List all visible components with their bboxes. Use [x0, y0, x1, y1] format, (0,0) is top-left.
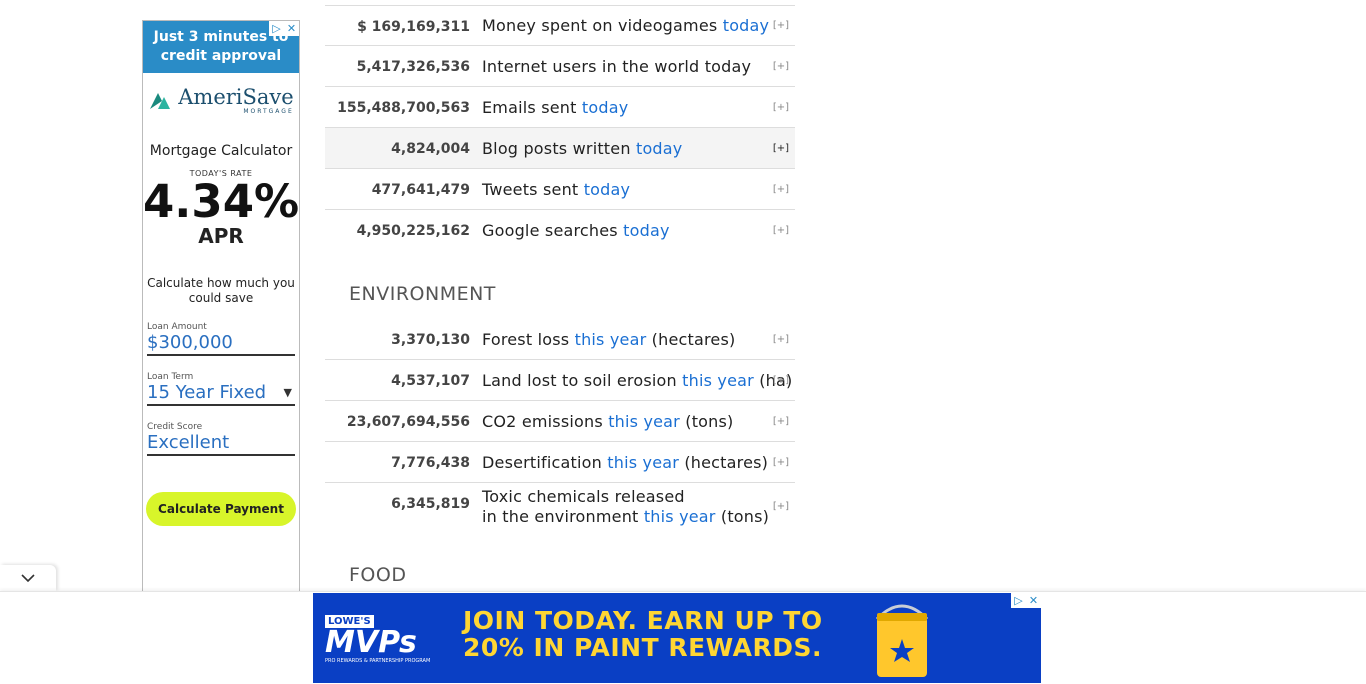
stat-label: Blog posts written today — [482, 138, 683, 158]
stat-label: Internet users in the world today — [482, 56, 752, 76]
stat-label: Emails sent today — [482, 97, 629, 117]
expand-button[interactable]: [+] — [773, 87, 789, 127]
expand-button[interactable]: [+] — [773, 483, 789, 530]
calculator-title: Mortgage Calculator — [149, 143, 293, 159]
caret-down-icon[interactable]: ▼ — [284, 386, 292, 399]
stat-row-soil-erosion: 4,537,107 Land lost to soil erosion this… — [325, 360, 795, 401]
calculate-payment-button[interactable]: Calculate Payment — [146, 492, 296, 526]
timeframe-link[interactable]: this year — [608, 412, 680, 431]
brand-name: AmeriSave — [178, 85, 294, 109]
stats-list: $ 169,169,311 Money spent on videogames … — [325, 0, 795, 600]
stat-row-forest-loss: 3,370,130 Forest loss this year (hectare… — [325, 319, 795, 360]
stat-row-emails: 155,488,700,563 Emails sent today [+] — [325, 87, 795, 128]
close-icon[interactable]: ✕ — [1026, 593, 1041, 608]
stat-row-co2-emissions: 23,607,694,556 CO2 emissions this year (… — [325, 401, 795, 442]
stat-counter: 477,641,479 — [371, 182, 470, 198]
timeframe-link[interactable]: today — [623, 221, 670, 240]
expand-button[interactable]: [+] — [773, 319, 789, 359]
amerisave-logo[interactable]: AmeriSave MORTGAGE — [143, 87, 299, 115]
stat-counter: 4,537,107 — [391, 373, 470, 389]
stat-row-desertification: 7,776,438 Desertification this year (hec… — [325, 442, 795, 483]
stat-label: Google searches today — [482, 220, 670, 240]
expand-button[interactable]: [+] — [773, 6, 789, 45]
expand-button[interactable]: [+] — [773, 360, 789, 400]
stat-counter: $ 169,169,311 — [357, 18, 470, 35]
ad-choices[interactable]: ▷ ✕ — [1011, 593, 1041, 608]
loan-term-select[interactable]: Loan Term 15 Year Fixed ▼ — [147, 372, 295, 406]
stat-counter: 3,370,130 — [391, 332, 470, 348]
stat-row-toxic-chemicals: 6,345,819 Toxic chemicals released in th… — [325, 483, 795, 530]
bottom-banner-ad[interactable]: LOWE'S MVPs PRO REWARDS & PARTNERSHIP PR… — [313, 593, 1041, 683]
timeframe-link[interactable]: today — [636, 139, 683, 158]
loan-amount-field[interactable]: Loan Amount $300,000 — [147, 322, 295, 356]
timeframe-link[interactable]: today — [723, 16, 770, 35]
amerisave-mark-icon — [150, 93, 171, 109]
section-title-food: FOOD — [349, 564, 407, 586]
timeframe-link[interactable]: this year — [644, 507, 716, 526]
paint-can-icon — [875, 604, 929, 677]
adchoices-icon[interactable]: ▷ — [269, 21, 284, 36]
stat-label: Toxic chemicals released in the environm… — [482, 486, 770, 526]
stat-counter: 7,776,438 — [391, 455, 470, 471]
stat-label: Land lost to soil erosion this year (ha) — [482, 370, 793, 390]
stat-counter: 23,607,694,556 — [346, 414, 470, 430]
lowes-mvps-logo: LOWE'S MVPs PRO REWARDS & PARTNERSHIP PR… — [325, 615, 431, 664]
adchoices-icon[interactable]: ▷ — [1011, 593, 1026, 608]
brand-subtitle: MORTGAGE — [243, 108, 294, 115]
stat-label: Tweets sent today — [482, 179, 631, 199]
apr-label: APR — [198, 224, 244, 248]
collapse-ad-button[interactable] — [0, 565, 56, 591]
stat-counter: 4,824,004 — [391, 141, 470, 157]
stat-label: Desertification this year (hectares) — [482, 452, 769, 472]
rate-value: 4.34% — [143, 175, 300, 228]
banner-headline: JOIN TODAY. EARN UP TO 20% IN PAINT REWA… — [463, 606, 823, 662]
side-advertisement[interactable]: Just 3 minutes to credit approval ▷ ✕ Am… — [142, 20, 300, 595]
stat-counter: 5,417,326,536 — [356, 59, 470, 75]
close-icon[interactable]: ✕ — [284, 21, 299, 36]
stat-label: Forest loss this year (hectares) — [482, 329, 736, 349]
stat-counter: 4,950,225,162 — [356, 223, 470, 239]
stat-counter: 6,345,819 — [391, 496, 470, 512]
stat-row-blog-posts: 4,824,004 Blog posts written today [+] — [325, 128, 795, 169]
expand-button[interactable]: [+] — [773, 128, 789, 168]
expand-button[interactable]: [+] — [773, 442, 789, 482]
expand-button[interactable]: [+] — [773, 210, 789, 250]
timeframe-link[interactable]: this year — [607, 453, 679, 472]
stat-label: Money spent on videogames today — [482, 16, 770, 35]
stat-row-google-searches: 4,950,225,162 Google searches today [+] — [325, 210, 795, 250]
save-text: Calculate how much you could save — [147, 276, 295, 305]
expand-button[interactable]: [+] — [773, 169, 789, 209]
expand-button[interactable]: [+] — [773, 401, 789, 441]
ad-choices[interactable]: ▷ ✕ — [269, 21, 299, 36]
stat-row-internet-users: 5,417,326,536 Internet users in the worl… — [325, 46, 795, 87]
stat-row-tweets: 477,641,479 Tweets sent today [+] — [325, 169, 795, 210]
stat-counter: 155,488,700,563 — [337, 100, 470, 116]
timeframe-link[interactable]: today — [582, 98, 629, 117]
credit-score-field[interactable]: Credit Score Excellent — [147, 422, 295, 456]
timeframe-link[interactable]: this year — [575, 330, 647, 349]
section-title-environment: ENVIRONMENT — [349, 283, 496, 305]
chevron-down-icon[interactable] — [20, 573, 36, 583]
stat-row-videogames: $ 169,169,311 Money spent on videogames … — [325, 5, 795, 46]
stat-label: CO2 emissions this year (tons) — [482, 411, 734, 431]
timeframe-link[interactable]: today — [584, 180, 631, 199]
expand-button[interactable]: [+] — [773, 46, 789, 86]
timeframe-link[interactable]: this year — [682, 371, 754, 390]
